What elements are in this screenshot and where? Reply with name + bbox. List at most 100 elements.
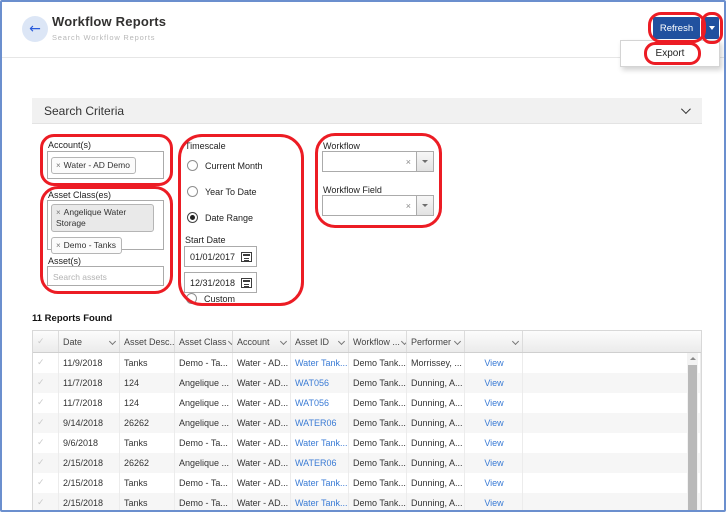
cell-asset-class: Angelique ... [175,373,233,393]
table-row[interactable]: ✓9/6/2018TanksDemo - Ta...Water - AD...W… [33,433,701,453]
radio-icon[interactable] [187,186,198,197]
row-select-cell[interactable]: ✓ [33,393,59,413]
column-header-asset-id[interactable]: Asset ID [291,331,349,352]
table-row[interactable]: ✓2/15/201826262Angelique ...Water - AD..… [33,453,701,473]
cell-account: Water - AD... [233,473,291,493]
asset-classes-input[interactable]: ×Angelique Water Storage ×Demo - Tanks [47,200,164,250]
row-select-cell[interactable]: ✓ [33,493,59,512]
column-header-asset-desc[interactable]: Asset Desc... [120,331,175,352]
chevron-down-icon [422,160,428,163]
view-link[interactable]: View [465,373,523,393]
export-menu-item[interactable]: Export [646,46,695,61]
chevron-down-icon[interactable] [454,338,461,345]
asset-id-link[interactable]: WATER06 [291,453,349,473]
select-all-header[interactable]: ✓ [33,331,59,352]
view-link[interactable]: View [465,393,523,413]
cell-workflow: Demo Tank... [349,473,407,493]
column-header-performer[interactable]: Performer [407,331,465,352]
remove-tag-icon[interactable]: × [56,241,61,250]
table-row[interactable]: ✓2/15/2018TanksDemo - Ta...Water - AD...… [33,473,701,493]
row-select-cell[interactable]: ✓ [33,473,59,493]
table-row[interactable]: ✓2/15/2018TanksDemo - Ta...Water - AD...… [33,493,701,512]
page-title: Workflow Reports [52,14,166,29]
chevron-down-icon[interactable] [512,338,519,345]
calendar-icon[interactable] [241,252,252,262]
refresh-dropdown-button[interactable] [704,17,719,39]
chevron-down-icon[interactable] [338,338,345,345]
view-link[interactable]: View [465,493,523,512]
cell-asset-class: Angelique ... [175,413,233,433]
column-header-workflow[interactable]: Workflow ... [349,331,407,352]
row-select-cell[interactable]: ✓ [33,373,59,393]
table-row[interactable]: ✓11/7/2018124Angelique ...Water - AD...W… [33,373,701,393]
chevron-down-icon[interactable] [109,338,116,345]
column-header-account[interactable]: Account [233,331,291,352]
cell-asset-desc: Tanks [120,433,175,453]
asset-id-link[interactable]: Water Tank... [291,353,349,373]
end-date-input[interactable]: 12/31/2018 [184,272,257,293]
cell-performer: Dunning, A... [407,493,465,512]
view-link[interactable]: View [465,413,523,433]
dropdown-button[interactable] [416,196,433,215]
asset-class-tag[interactable]: ×Demo - Tanks [51,237,122,254]
remove-tag-icon[interactable]: × [56,208,61,217]
view-link[interactable]: View [465,473,523,493]
view-link[interactable]: View [465,353,523,373]
cell-workflow: Demo Tank... [349,373,407,393]
check-icon: ✓ [37,378,45,388]
remove-tag-icon[interactable]: × [56,161,61,170]
table-row[interactable]: ✓11/9/2018TanksDemo - Ta...Water - AD...… [33,353,701,373]
calendar-icon[interactable] [241,278,252,288]
radio-selected-icon[interactable] [187,212,198,223]
cell-date: 2/15/2018 [59,473,120,493]
search-criteria-title: Search Criteria [44,104,124,118]
workflow-combobox[interactable]: × [322,151,434,172]
row-select-cell[interactable]: ✓ [33,353,59,373]
row-select-cell[interactable]: ✓ [33,413,59,433]
column-header-action[interactable] [465,331,523,352]
back-button[interactable]: ← [22,16,48,42]
radio-custom[interactable]: Custom [186,293,235,304]
scrollbar-thumb[interactable] [688,365,697,510]
radio-icon[interactable] [187,160,198,171]
dropdown-button[interactable] [416,152,433,171]
cell-performer: Dunning, A... [407,413,465,433]
column-header-date[interactable]: Date [59,331,120,352]
accounts-input[interactable]: ×Water - AD Demo [47,151,164,179]
assets-placeholder: Search assets [48,268,112,286]
column-header-asset-class[interactable]: Asset Class [175,331,233,352]
radio-current-month[interactable]: Current Month [187,160,263,171]
radio-icon[interactable] [186,293,197,304]
cell-asset-class: Angelique ... [175,453,233,473]
vertical-scrollbar[interactable] [687,353,698,511]
refresh-button[interactable]: Refresh [653,17,700,39]
table-row[interactable]: ✓9/14/201826262Angelique ...Water - AD..… [33,413,701,433]
cell-workflow: Demo Tank... [349,413,407,433]
radio-year-to-date[interactable]: Year To Date [187,186,257,197]
table-row[interactable]: ✓11/7/2018124Angelique ...Water - AD...W… [33,393,701,413]
search-criteria-header[interactable]: Search Criteria [32,98,702,124]
scroll-up-button[interactable] [687,353,698,364]
row-select-cell[interactable]: ✓ [33,433,59,453]
start-date-input[interactable]: 01/01/2017 [184,246,257,267]
reports-found-count: 11 Reports Found [32,313,112,324]
clear-icon[interactable]: × [401,201,416,211]
assets-search-input[interactable]: Search assets [47,266,164,286]
view-link[interactable]: View [465,433,523,453]
asset-class-tag[interactable]: ×Angelique Water Storage [51,204,154,232]
chevron-down-icon[interactable] [280,338,287,345]
clear-icon[interactable]: × [401,157,416,167]
account-tag[interactable]: ×Water - AD Demo [51,157,136,174]
view-link[interactable]: View [465,453,523,473]
radio-date-range[interactable]: Date Range [187,212,253,223]
row-select-cell[interactable]: ✓ [33,453,59,473]
cell-asset-class: Demo - Ta... [175,353,233,373]
asset-id-link[interactable]: Water Tank... [291,473,349,493]
asset-id-link[interactable]: Water Tank... [291,493,349,512]
asset-id-link[interactable]: WATER06 [291,413,349,433]
workflow-label: Workflow [323,141,360,151]
workflow-field-combobox[interactable]: × [322,195,434,216]
asset-id-link[interactable]: Water Tank... [291,433,349,453]
asset-id-link[interactable]: WAT056 [291,393,349,413]
asset-id-link[interactable]: WAT056 [291,373,349,393]
